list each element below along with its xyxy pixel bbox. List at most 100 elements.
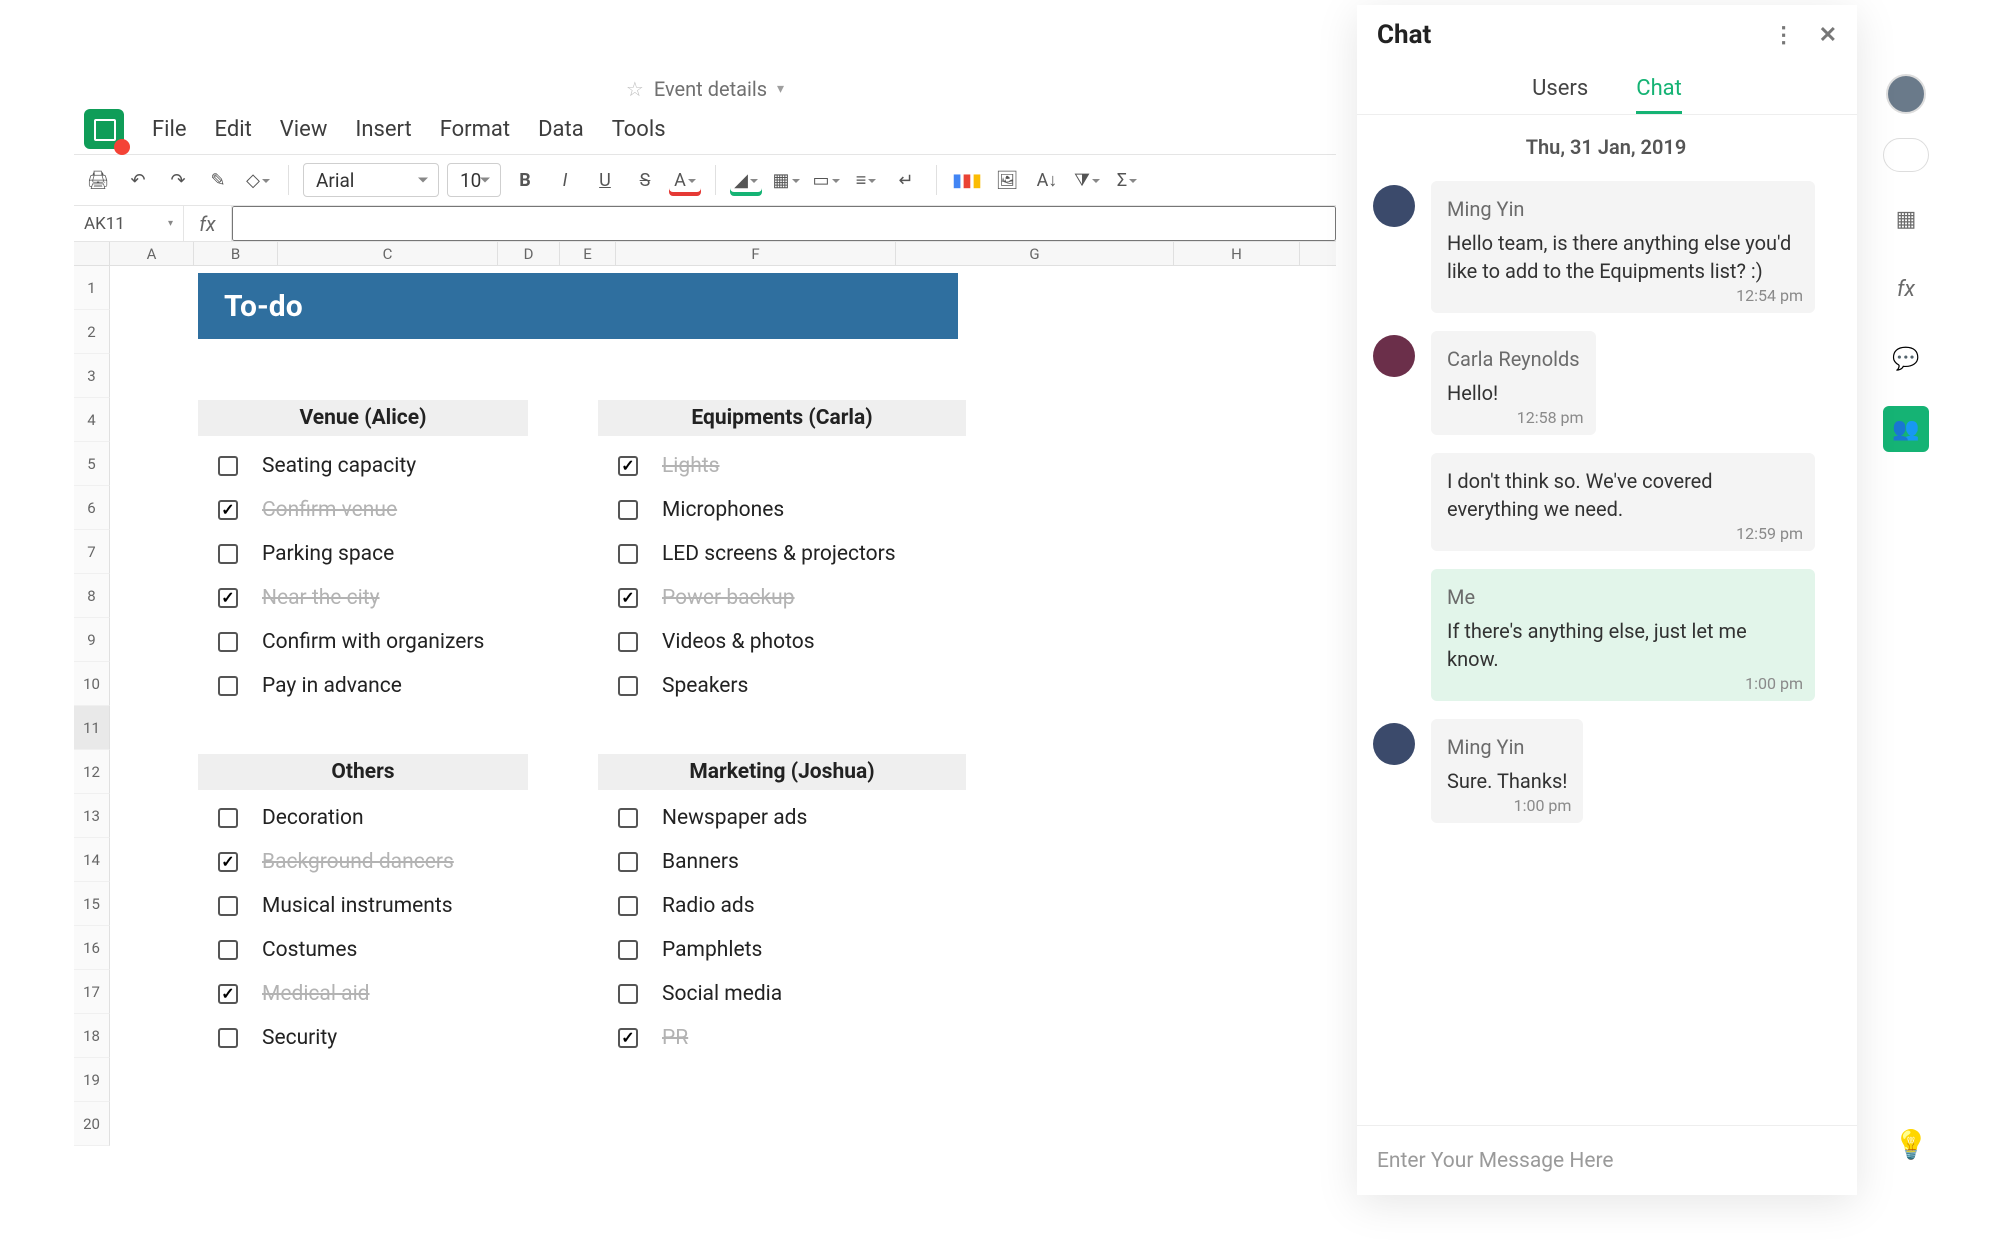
menu-data[interactable]: Data (538, 117, 584, 142)
column-header[interactable]: A (110, 242, 194, 265)
document-title[interactable]: Event details (654, 77, 767, 101)
rail-extensions-icon[interactable]: ▦ (1883, 196, 1929, 242)
tips-icon[interactable]: 💡 (1888, 1121, 1934, 1167)
task-checkbox[interactable] (218, 500, 238, 520)
chart-icon[interactable]: ▮▮▮ (951, 164, 983, 196)
select-all-corner[interactable] (74, 242, 110, 265)
row-header[interactable]: 5 (74, 442, 110, 486)
chevron-down-icon[interactable]: ▾ (777, 81, 784, 97)
clear-format-icon[interactable]: ◇ (242, 164, 274, 196)
column-header[interactable]: D (498, 242, 560, 265)
column-header[interactable]: B (194, 242, 278, 265)
task-checkbox[interactable] (218, 456, 238, 476)
redo-icon[interactable]: ↷ (162, 164, 194, 196)
underline-icon[interactable]: U (589, 164, 621, 196)
menu-insert[interactable]: Insert (355, 117, 411, 142)
task-checkbox[interactable] (618, 896, 638, 916)
menu-view[interactable]: View (280, 117, 328, 142)
name-box[interactable]: AK11 ▾ (74, 206, 184, 241)
row-header[interactable]: 19 (74, 1058, 110, 1102)
task-checkbox[interactable] (218, 808, 238, 828)
row-body[interactable] (110, 354, 1336, 398)
close-icon[interactable]: ✕ (1819, 23, 1837, 48)
bold-icon[interactable]: B (509, 164, 541, 196)
formula-bar-input[interactable] (232, 206, 1336, 241)
task-checkbox[interactable] (218, 940, 238, 960)
wrap-text-icon[interactable]: ↵ (890, 164, 922, 196)
sort-icon[interactable]: A↓ (1031, 164, 1063, 196)
menu-tools[interactable]: Tools (612, 117, 666, 142)
sigma-icon[interactable]: Σ (1111, 164, 1143, 196)
rail-fx-icon[interactable]: fx (1883, 266, 1929, 312)
task-checkbox[interactable] (218, 1028, 238, 1048)
row-header[interactable]: 20 (74, 1102, 110, 1146)
borders-icon[interactable]: ▦ (770, 164, 802, 196)
task-checkbox[interactable] (618, 544, 638, 564)
column-header[interactable]: E (560, 242, 616, 265)
row-header[interactable]: 11 (74, 706, 110, 750)
fill-color-icon[interactable]: ◢ (730, 164, 762, 196)
print-icon[interactable]: 🖨 (82, 164, 114, 196)
row-header[interactable]: 2 (74, 310, 110, 354)
row-body[interactable] (110, 706, 1336, 750)
rail-collaborators-icon[interactable]: 👥 (1883, 406, 1929, 452)
filter-icon[interactable]: ⧩ (1071, 164, 1103, 196)
row-header[interactable]: 13 (74, 794, 110, 838)
task-checkbox[interactable] (218, 632, 238, 652)
row-header[interactable]: 1 (74, 266, 110, 310)
task-checkbox[interactable] (618, 632, 638, 652)
row-header[interactable]: 10 (74, 662, 110, 706)
task-checkbox[interactable] (218, 984, 238, 1004)
user-avatar[interactable] (1886, 74, 1926, 114)
row-header[interactable]: 9 (74, 618, 110, 662)
font-size-select[interactable]: 10 (447, 163, 501, 197)
more-icon[interactable]: ⋮ (1773, 23, 1795, 48)
row-header[interactable]: 16 (74, 926, 110, 970)
row-body[interactable] (110, 1102, 1336, 1146)
task-checkbox[interactable] (218, 852, 238, 872)
align-icon[interactable]: ≡ (850, 164, 882, 196)
task-checkbox[interactable] (218, 676, 238, 696)
task-checkbox[interactable] (618, 940, 638, 960)
column-header[interactable]: C (278, 242, 498, 265)
row-header[interactable]: 6 (74, 486, 110, 530)
task-checkbox[interactable] (218, 896, 238, 916)
format-painter-icon[interactable]: ✎ (202, 164, 234, 196)
task-checkbox[interactable] (218, 588, 238, 608)
task-checkbox[interactable] (618, 984, 638, 1004)
star-icon[interactable]: ☆ (626, 77, 644, 101)
search-pill[interactable] (1883, 138, 1929, 172)
task-checkbox[interactable] (618, 456, 638, 476)
text-color-icon[interactable]: A (669, 164, 701, 196)
row-header[interactable]: 3 (74, 354, 110, 398)
tab-users[interactable]: Users (1532, 76, 1588, 114)
task-checkbox[interactable] (618, 676, 638, 696)
column-header[interactable]: F (616, 242, 896, 265)
strike-icon[interactable]: S (629, 164, 661, 196)
task-checkbox[interactable] (618, 1028, 638, 1048)
column-header[interactable]: G (896, 242, 1174, 265)
row-header[interactable]: 15 (74, 882, 110, 926)
task-checkbox[interactable] (618, 588, 638, 608)
merge-cells-icon[interactable]: ▭ (810, 164, 842, 196)
column-header[interactable]: H (1174, 242, 1300, 265)
row-header[interactable]: 7 (74, 530, 110, 574)
spreadsheet-grid[interactable]: ABCDEFGH 1234567891011121314151617181920… (74, 242, 1336, 1146)
row-header[interactable]: 12 (74, 750, 110, 794)
task-checkbox[interactable] (618, 500, 638, 520)
row-header[interactable]: 18 (74, 1014, 110, 1058)
tab-chat[interactable]: Chat (1636, 76, 1682, 114)
row-header[interactable]: 14 (74, 838, 110, 882)
undo-icon[interactable]: ↶ (122, 164, 154, 196)
chat-input[interactable]: Enter Your Message Here (1357, 1125, 1857, 1195)
font-family-select[interactable]: Arial (303, 163, 439, 197)
app-logo-icon[interactable] (84, 109, 124, 149)
task-checkbox[interactable] (618, 852, 638, 872)
row-header[interactable]: 8 (74, 574, 110, 618)
image-icon[interactable]: 🖼 (991, 164, 1023, 196)
task-checkbox[interactable] (218, 544, 238, 564)
chevron-down-icon[interactable]: ▾ (168, 218, 173, 229)
italic-icon[interactable]: I (549, 164, 581, 196)
row-header[interactable]: 4 (74, 398, 110, 442)
menu-file[interactable]: File (152, 117, 187, 142)
